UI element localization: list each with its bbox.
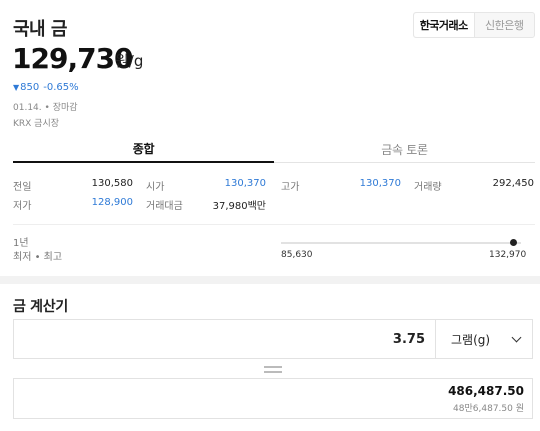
stat-label: 고가	[281, 182, 300, 193]
stat-high: 고가 130,370	[281, 178, 401, 193]
change-percent: -0.65%	[43, 82, 79, 93]
date-status: 01.14. • 장마감	[13, 100, 78, 113]
price-unit: 원/g	[115, 52, 144, 70]
stat-value: 128,900	[91, 197, 133, 208]
chevron-down-icon	[511, 332, 522, 342]
stat-label: 전일	[13, 182, 32, 193]
stat-label: 저가	[13, 201, 32, 212]
source-shinhan-button[interactable]: 신한은행	[475, 13, 535, 37]
range-minmax-label: 최저 • 최고	[13, 252, 63, 263]
amount-input[interactable]: 3.75	[13, 319, 435, 359]
unit-select[interactable]: 그램(g)	[435, 319, 533, 359]
market-name: KRX 금시장	[13, 119, 60, 129]
section-divider	[0, 276, 540, 284]
tab-discussion[interactable]: 금속 토론	[274, 136, 535, 162]
range-marker	[510, 239, 518, 246]
stat-value: 130,370	[359, 178, 401, 189]
range-track	[281, 242, 521, 244]
stat-value: 130,370	[224, 178, 266, 189]
result-korean: 48만6,487.50 원	[453, 404, 524, 414]
stat-turnover: 거래대금 37,980백만	[146, 197, 266, 212]
range-period: 1년	[13, 238, 29, 249]
stat-prev-close: 전일 130,580	[13, 178, 133, 193]
stat-label: 거래대금	[146, 201, 183, 212]
stat-label: 시가	[146, 182, 165, 193]
result-box: 486,487.50 48만6,487.50 원	[13, 378, 533, 419]
stat-low: 저가 128,900	[13, 197, 133, 212]
price-date: 01.14.	[13, 103, 42, 113]
source-toggle[interactable]: 한국거래소 신한은행	[413, 12, 535, 38]
calculator-title: 금 계산기	[13, 299, 68, 315]
dot-separator: •	[44, 103, 53, 113]
range-max-value: 132,970	[489, 250, 527, 260]
market-status: 장마감	[52, 103, 78, 113]
price-change: ▼ 850 -0.65%	[13, 82, 79, 93]
down-arrow-icon: ▼	[13, 83, 20, 92]
range-label: 1년 최저 • 최고	[13, 237, 62, 265]
stat-value: 292,450	[492, 178, 534, 189]
source-krx-button[interactable]: 한국거래소	[414, 13, 475, 37]
change-amount: 850	[20, 82, 40, 93]
range-min-value: 85,630	[281, 250, 313, 260]
result-value: 486,487.50	[448, 384, 524, 398]
tab-summary[interactable]: 종합	[13, 136, 274, 163]
stat-label: 거래량	[414, 182, 442, 193]
stat-volume: 거래량 292,450	[414, 178, 534, 193]
stat-value: 130,580	[91, 178, 133, 189]
page-title: 국내 금	[13, 19, 67, 40]
stat-value: 37,980백만	[212, 201, 266, 212]
tab-bar: 종합 금속 토론	[13, 136, 535, 163]
equals-icon	[264, 366, 282, 376]
stat-open: 시가 130,370	[146, 178, 266, 193]
divider	[13, 224, 535, 225]
unit-select-label: 그램(g)	[451, 332, 491, 347]
